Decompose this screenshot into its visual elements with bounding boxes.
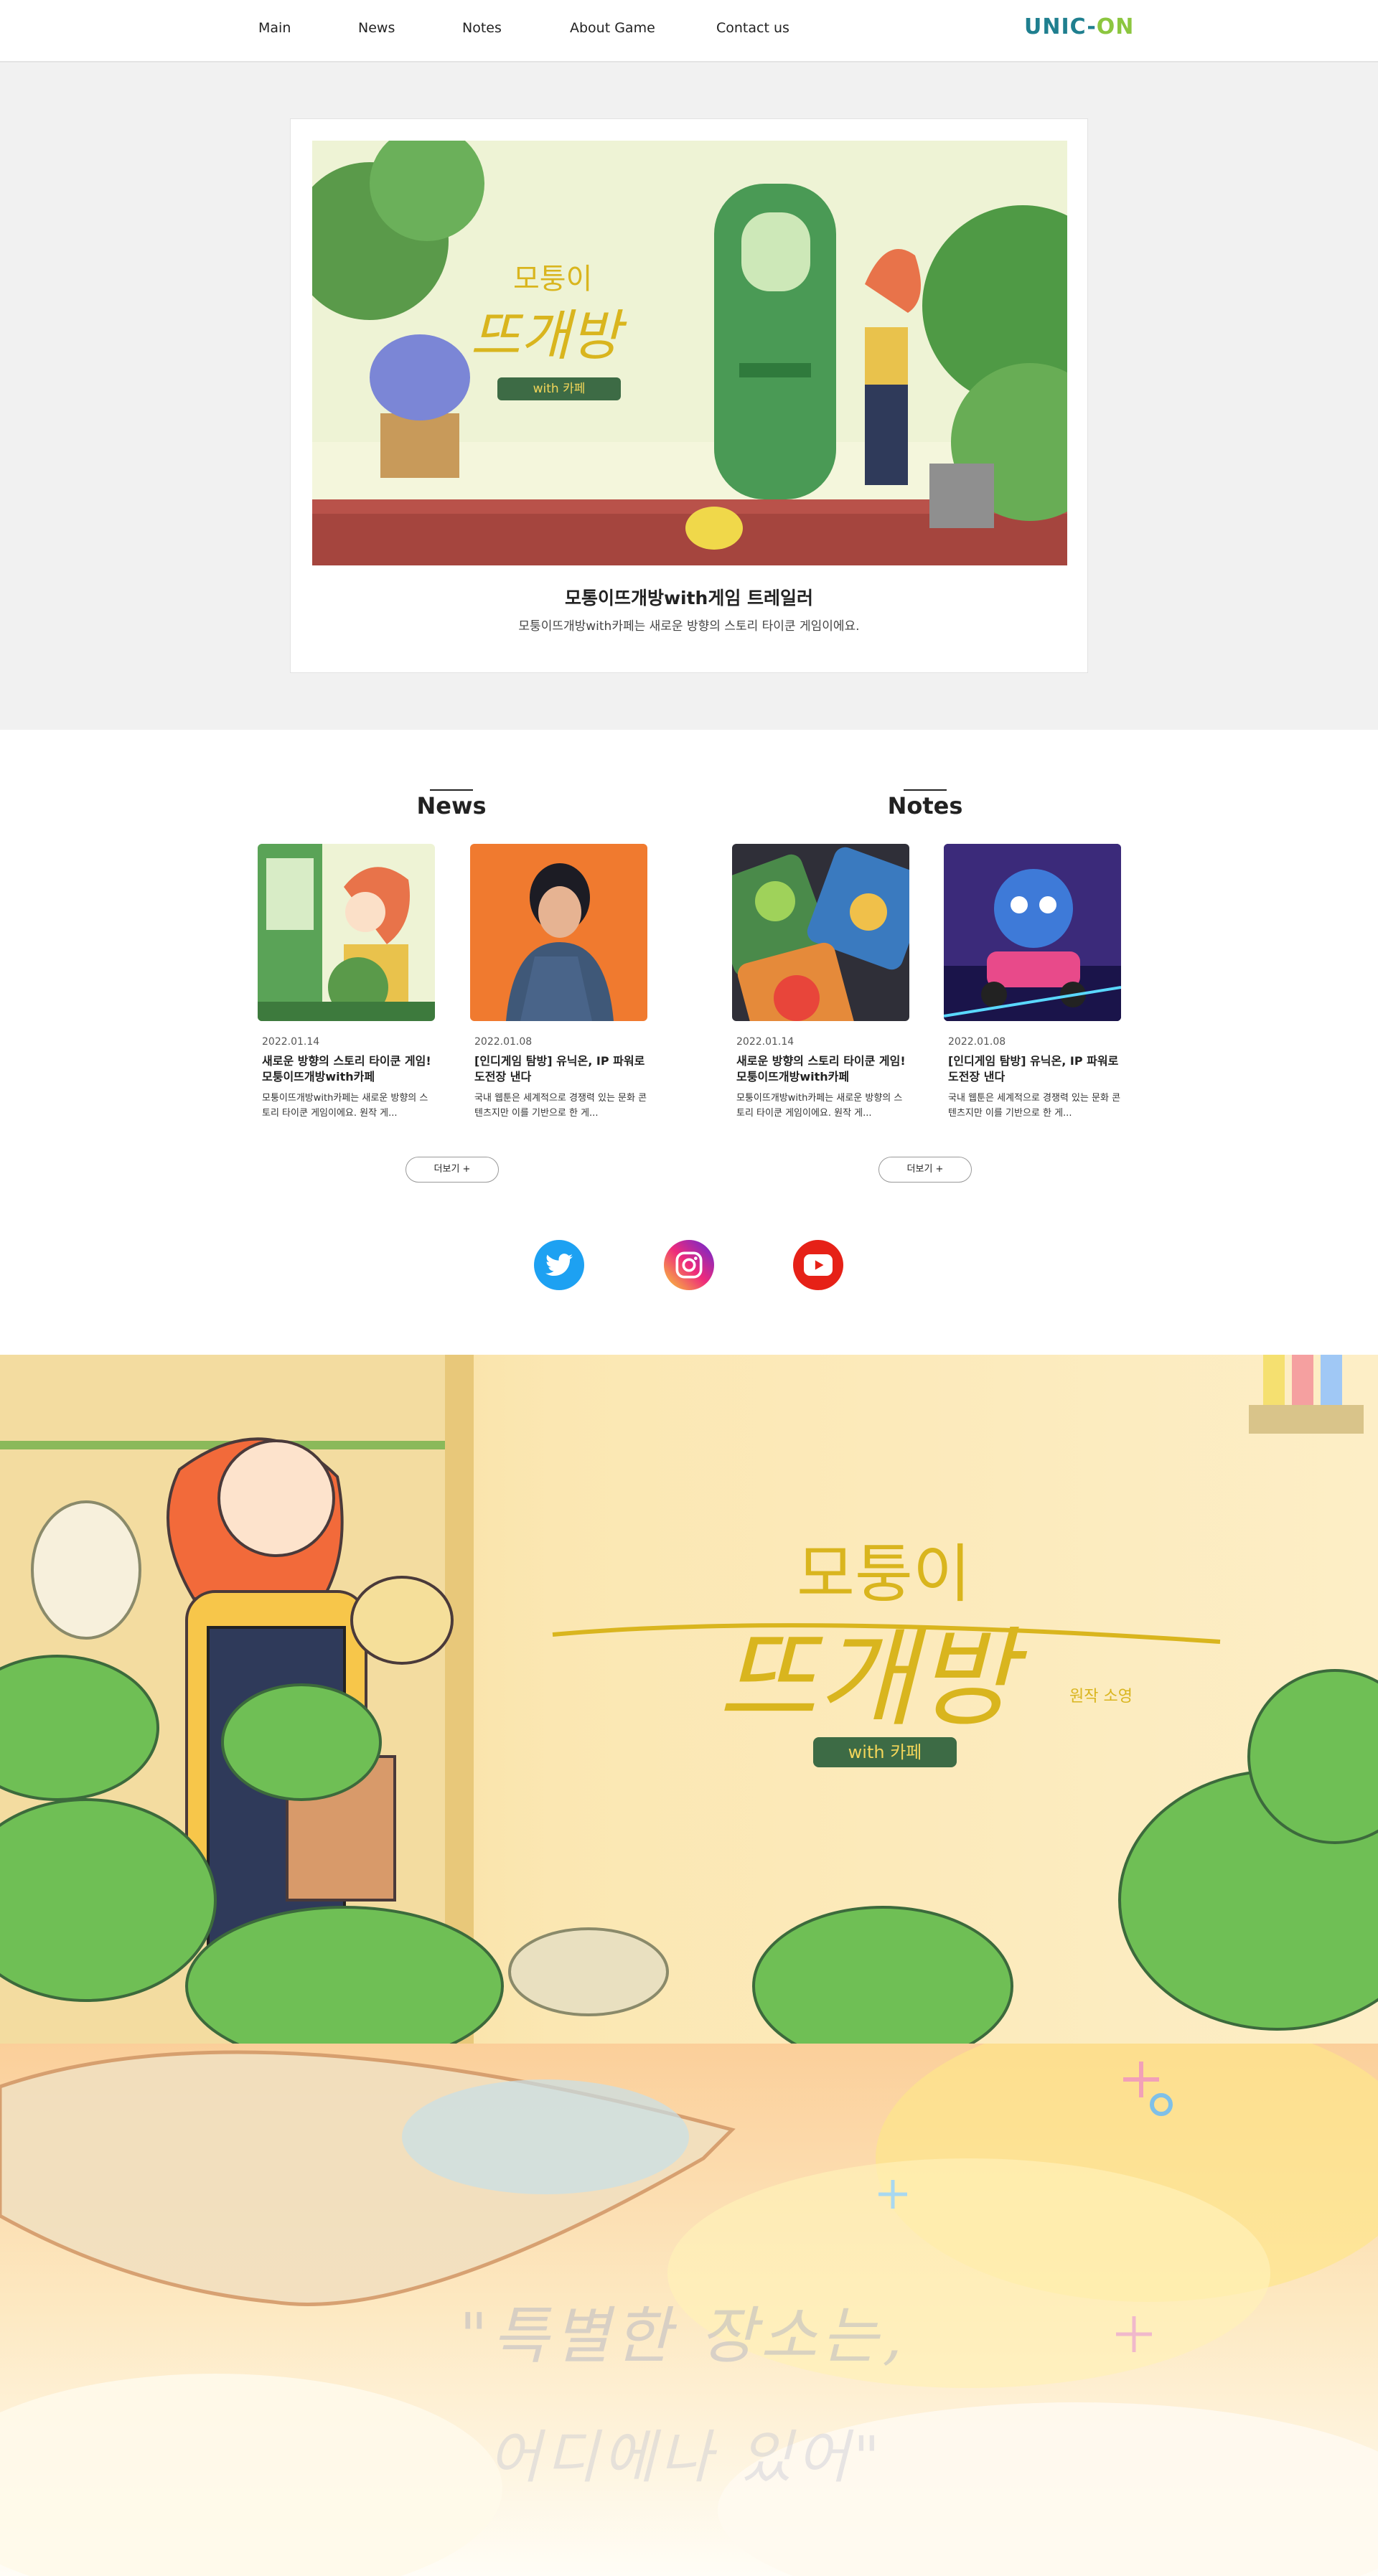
logo-text-1: UNIC- [1024, 14, 1097, 39]
news-heading: News [416, 792, 487, 819]
notes-card[interactable]: 2022.01.08 [인디게임 탐방] 유닉온, IP 파워로 도전장 낸다 … [944, 844, 1121, 1121]
nav-news[interactable]: News [358, 20, 395, 36]
nav-notes[interactable]: Notes [462, 20, 502, 36]
notes-date: 2022.01.08 [948, 1036, 1006, 1048]
art-title-main: 뜨개방 [470, 304, 621, 367]
trailer-thumbnail[interactable]: 모퉁이 뜨개방 with 카페 [312, 141, 1067, 565]
notes-card[interactable]: 2022.01.14 새로운 방향의 스토리 타이쿤 게임! 모퉁이뜨개방wit… [732, 844, 909, 1121]
banner-subtitle: 원작 소영 [1069, 1688, 1133, 1706]
hero-video-card: 모퉁이 뜨개방 with 카페 모통이뜨개방with게임 트레일러 모퉁이뜨개방… [290, 118, 1088, 673]
hero-description: 모퉁이뜨개방with카페는 새로운 방향의 스토리 타이쿤 게임이에요. [518, 619, 860, 634]
notes-excerpt: 모퉁이뜨개방with카페는 새로운 방향의 스토리 타이쿤 게임이에요. 원작 … [736, 1093, 903, 1119]
twitter-icon [545, 1254, 573, 1277]
banner-badge: with 카페 [813, 1737, 957, 1767]
nav-main[interactable]: Main [258, 20, 291, 36]
news-heading-bar [430, 789, 473, 791]
logo-text-2: ON [1096, 14, 1135, 39]
cafe-illustration [312, 141, 1067, 565]
news-excerpt: 국내 웹툰은 세계적으로 경쟁력 있는 문화 콘텐츠지만 이를 기반으로 한 게… [474, 1093, 647, 1119]
nav-contact-us[interactable]: Contact us [716, 20, 789, 36]
instagram-link[interactable] [664, 1240, 714, 1290]
youtube-link[interactable] [793, 1240, 843, 1290]
news-excerpt: 모퉁이뜨개방with카페는 새로운 방향의 스토리 타이쿤 게임이에요. 원작 … [262, 1093, 428, 1119]
banner-title-main: 뜨개방 [718, 1617, 1016, 1741]
instagram-icon [675, 1251, 703, 1279]
news-date: 2022.01.14 [262, 1036, 320, 1048]
art-badge: with 카페 [497, 377, 621, 400]
game-key-visual: 모퉁이 뜨개방 원작 소영 with 카페 [0, 1355, 1378, 2044]
news-thumbnail [470, 844, 647, 1021]
notes-title[interactable]: 새로운 방향의 스토리 타이쿤 게임! 모퉁이뜨개방with카페 [732, 1053, 909, 1085]
top-nav: Main News Notes About Game Contact us UN… [0, 0, 1378, 62]
notes-thumbnail [732, 844, 909, 1021]
notes-thumbnail [944, 844, 1121, 1021]
news-card[interactable]: 2022.01.14 새로운 방향의 스토리 타이쿤 게임! 모퉁이뜨개방wit… [258, 844, 435, 1121]
youtube-icon [804, 1254, 833, 1276]
notes-title[interactable]: [인디게임 탐방] 유닉온, IP 파워로 도전장 낸다 [944, 1053, 1121, 1085]
knitting-shop-illustration [0, 1355, 1378, 2044]
notes-date: 2022.01.14 [736, 1036, 795, 1048]
news-card[interactable]: 2022.01.08 [인디게임 탐방] 유닉온, IP 파워로 도전장 낸다 … [470, 844, 647, 1121]
whale-quote-line-1: "특별한 장소는, [459, 2300, 906, 2372]
notes-excerpt: 국내 웹툰은 세계적으로 경쟁력 있는 문화 콘텐츠지만 이를 기반으로 한 게… [948, 1093, 1121, 1119]
news-more-button[interactable]: 더보기 + [406, 1157, 499, 1183]
unic-on-logo[interactable]: UNIC-ON [1024, 14, 1134, 39]
notes-more-button[interactable]: 더보기 + [878, 1157, 972, 1183]
news-title[interactable]: [인디게임 탐방] 유닉온, IP 파워로 도전장 낸다 [470, 1053, 647, 1085]
notes-heading: Notes [887, 792, 963, 819]
news-date: 2022.01.08 [474, 1036, 533, 1048]
twitter-link[interactable] [534, 1240, 584, 1290]
notes-heading-bar [904, 789, 947, 791]
hero-title: 모통이뜨개방with게임 트레일러 [564, 588, 814, 608]
news-thumbnail [258, 844, 435, 1021]
news-title[interactable]: 새로운 방향의 스토리 타이쿤 게임! 모퉁이뜨개방with카페 [258, 1053, 435, 1085]
nav-about-game[interactable]: About Game [570, 20, 655, 36]
whale-quote-line-2: 어디에나 있어" [488, 2424, 884, 2491]
